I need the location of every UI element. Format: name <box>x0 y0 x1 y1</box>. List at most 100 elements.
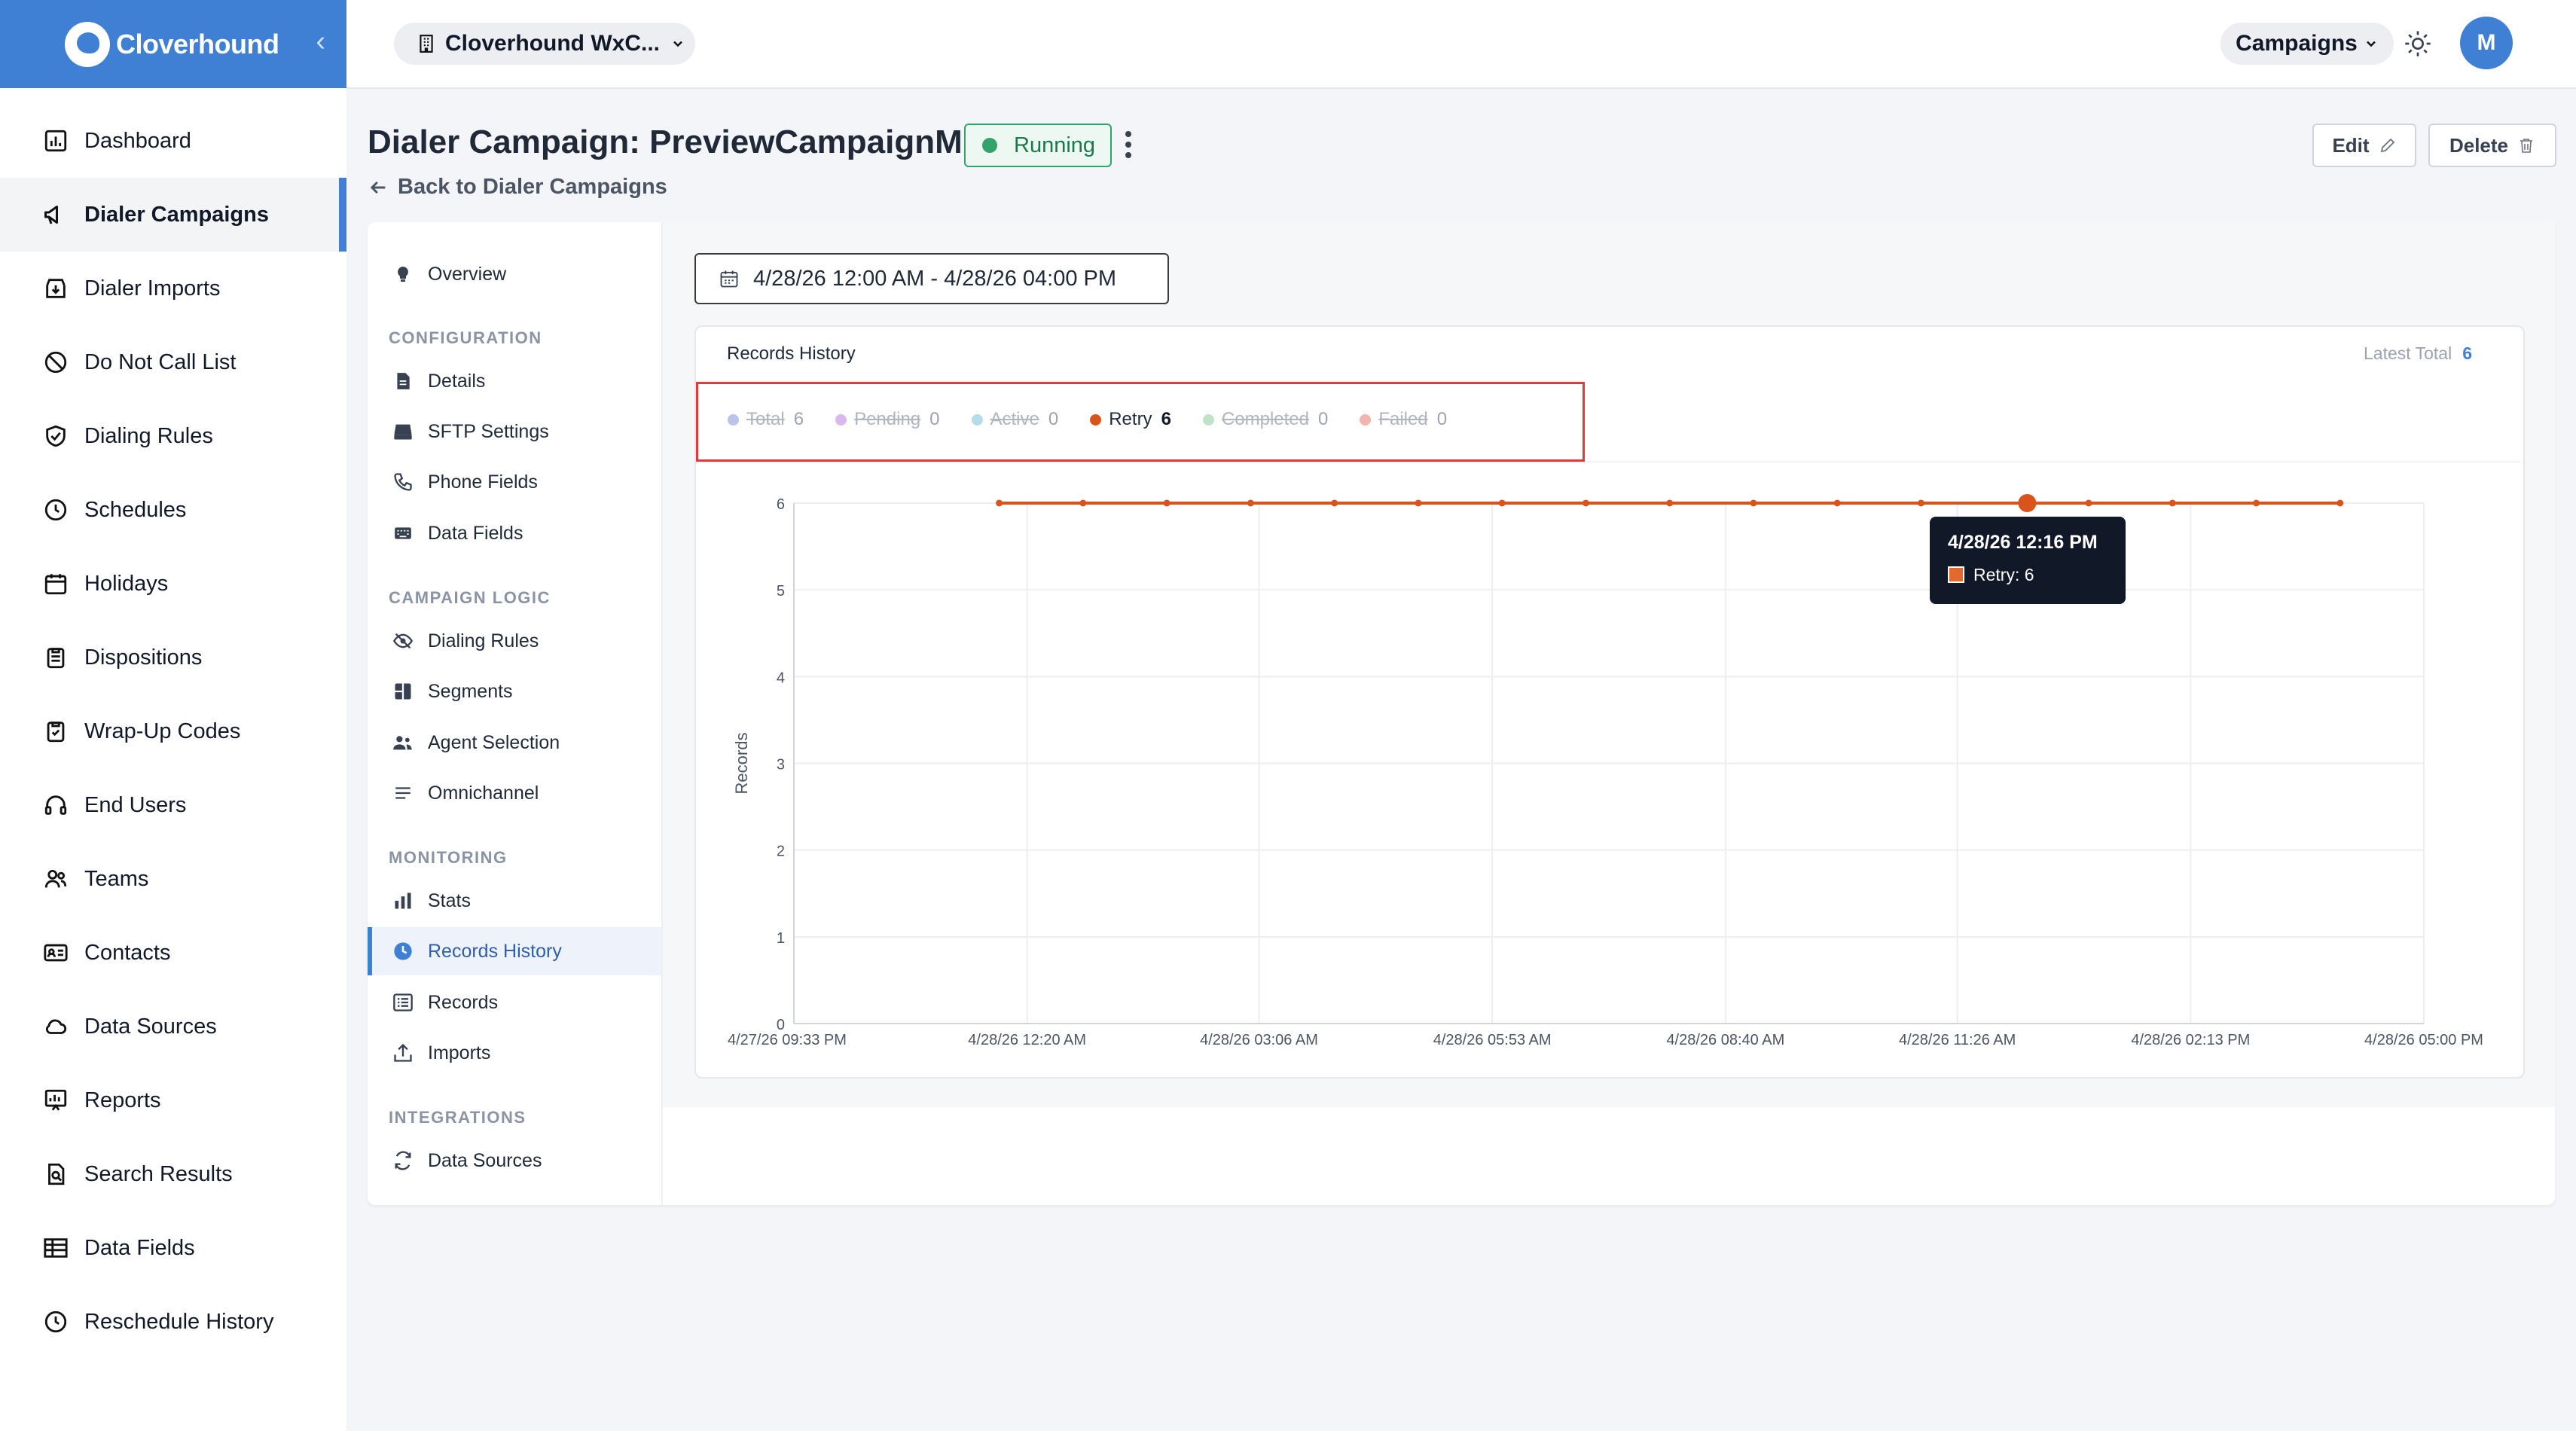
subnav-label: Segments <box>428 680 513 702</box>
y-tick-label: 3 <box>777 757 785 773</box>
sidebar-item-end-users[interactable]: End Users <box>0 768 346 842</box>
subnav-overview[interactable]: Overview <box>368 250 661 298</box>
sidebar-item-label: Dispositions <box>84 645 203 670</box>
y-axis-label: Records <box>732 733 751 795</box>
subnav-records-history[interactable]: Records History <box>368 927 661 975</box>
sidebar-item-dashboard[interactable]: Dashboard <box>0 104 346 178</box>
sidebar-item-search-results[interactable]: Search Results <box>0 1137 346 1211</box>
sidebar-item-dialing-rules[interactable]: Dialing Rules <box>0 399 346 473</box>
more-options-icon[interactable] <box>1121 128 1136 161</box>
subnav-imports[interactable]: Imports <box>368 1029 661 1077</box>
document-icon <box>390 368 416 394</box>
y-tick-label: 5 <box>777 583 785 600</box>
keyboard-icon <box>390 520 416 546</box>
sidebar-item-label: Reschedule History <box>84 1309 274 1334</box>
subnav-details[interactable]: Details <box>368 357 661 405</box>
subnav-label: Imports <box>428 1042 491 1063</box>
y-tick-label: 4 <box>777 670 785 686</box>
calendar-icon <box>719 268 740 289</box>
search-doc-icon <box>41 1159 71 1189</box>
arrow-left-icon <box>368 177 389 198</box>
import-box-icon <box>41 273 71 304</box>
sidebar-item-label: Dialing Rules <box>84 423 213 448</box>
megaphone-icon <box>41 200 71 230</box>
bar-chart-icon <box>390 888 416 914</box>
date-range-label: 4/28/26 12:00 AM - 4/28/26 04:00 PM <box>753 266 1117 291</box>
brand-header: Cloverhound ‹ <box>0 0 346 88</box>
subnav-sftp-settings[interactable]: SFTP Settings <box>368 407 661 456</box>
data-point <box>1415 499 1422 507</box>
subnav-heading-configuration: CONFIGURATION <box>389 328 542 347</box>
theme-toggle-sun-icon[interactable] <box>2403 29 2433 59</box>
sidebar-item-label: Contacts <box>84 940 171 965</box>
clock-icon <box>41 1307 71 1337</box>
report-icon <box>41 1085 71 1115</box>
subnav-label: SFTP Settings <box>428 420 549 442</box>
x-tick-label: 4/28/26 11:26 AM <box>1899 1032 2016 1048</box>
workspace-select[interactable]: Cloverhound WxC... <box>394 23 695 65</box>
data-point <box>2085 499 2092 507</box>
subnav-dialing-rules[interactable]: Dialing Rules <box>368 617 661 665</box>
sidebar-item-dialer-campaigns[interactable]: Dialer Campaigns <box>0 178 346 252</box>
delete-button[interactable]: Delete <box>2428 124 2556 167</box>
sidebar-item-label: Dialer Imports <box>84 276 221 301</box>
data-point <box>1666 499 1674 507</box>
latest-total-label: Latest Total <box>2364 343 2452 363</box>
data-point <box>1917 499 1924 507</box>
sidebar-item-wrap-up-codes[interactable]: Wrap-Up Codes <box>0 694 346 768</box>
x-tick-label: 4/28/26 05:53 AM <box>1433 1032 1552 1048</box>
sidebar-item-contacts[interactable]: Contacts <box>0 916 346 990</box>
y-tick-label: 0 <box>777 1017 785 1033</box>
subnav-heading-campaign-logic: CAMPAIGN LOGIC <box>389 588 551 607</box>
sidebar-item-label: Dashboard <box>84 128 191 153</box>
subnav-segments[interactable]: Segments <box>368 667 661 716</box>
sidebar-item-reports[interactable]: Reports <box>0 1063 346 1137</box>
subnav-agent-selection[interactable]: Agent Selection <box>368 719 661 767</box>
date-range-picker[interactable]: 4/28/26 12:00 AM - 4/28/26 04:00 PM <box>694 253 1169 304</box>
data-point <box>1582 499 1589 507</box>
sidebar-item-reschedule-history[interactable]: Reschedule History <box>0 1285 346 1359</box>
sidebar-item-data-sources[interactable]: Data Sources <box>0 990 346 1063</box>
sidebar-item-label: Do Not Call List <box>84 349 237 374</box>
subnav-omnichannel[interactable]: Omnichannel <box>368 769 661 817</box>
subnav-data-fields[interactable]: Data Fields <box>368 509 661 557</box>
cloverhound-logo-icon[interactable] <box>65 21 110 67</box>
brand-name: Cloverhound <box>116 28 279 59</box>
sidebar-item-teams[interactable]: Teams <box>0 842 346 916</box>
subnav-stats[interactable]: Stats <box>368 877 661 925</box>
module-select[interactable]: Campaigns <box>2220 23 2394 65</box>
subnav-data-sources[interactable]: Data Sources <box>368 1137 661 1185</box>
data-point <box>1498 499 1506 507</box>
subnav-label: Overview <box>428 263 507 285</box>
sidebar-item-do-not-call-list[interactable]: Do Not Call List <box>0 325 346 399</box>
x-tick-label: 4/28/26 12:20 AM <box>968 1032 1086 1048</box>
subnav-label: Dialing Rules <box>428 630 539 651</box>
latest-total: Latest Total 6 <box>2364 343 2472 364</box>
status-label: Running <box>1014 133 1096 157</box>
subnav-phone-fields[interactable]: Phone Fields <box>368 458 661 506</box>
data-point <box>1750 499 1757 507</box>
sidebar-item-dialer-imports[interactable]: Dialer Imports <box>0 252 346 325</box>
clipboard-icon <box>41 642 71 673</box>
sidebar-item-label: Data Fields <box>84 1235 195 1260</box>
sidebar-item-schedules[interactable]: Schedules <box>0 473 346 547</box>
edit-button[interactable]: Edit <box>2312 124 2416 167</box>
data-point <box>1247 499 1254 507</box>
subnav-records[interactable]: Records <box>368 978 661 1027</box>
back-link[interactable]: Back to Dialer Campaigns <box>368 175 667 200</box>
subnav-label: Stats <box>428 889 471 911</box>
sidebar-item-dispositions[interactable]: Dispositions <box>0 621 346 694</box>
sidebar-item-data-fields[interactable]: Data Fields <box>0 1211 346 1285</box>
sidebar-item-label: Dialer Campaigns <box>84 202 269 227</box>
x-tick-label: 4/28/26 02:13 PM <box>2131 1032 2250 1048</box>
subnav-label: Records History <box>428 940 562 962</box>
user-avatar[interactable]: M <box>2460 17 2513 69</box>
collapse-sidebar-icon[interactable]: ‹ <box>316 26 325 58</box>
contact-card-icon <box>41 938 71 968</box>
sidebar-item-label: End Users <box>84 792 187 817</box>
sidebar-item-holidays[interactable]: Holidays <box>0 547 346 621</box>
sidebar-item-label: Search Results <box>84 1161 233 1186</box>
pencil-icon <box>2379 136 2397 154</box>
subnav-label: Data Fields <box>428 522 523 544</box>
delete-button-label: Delete <box>2449 133 2509 157</box>
